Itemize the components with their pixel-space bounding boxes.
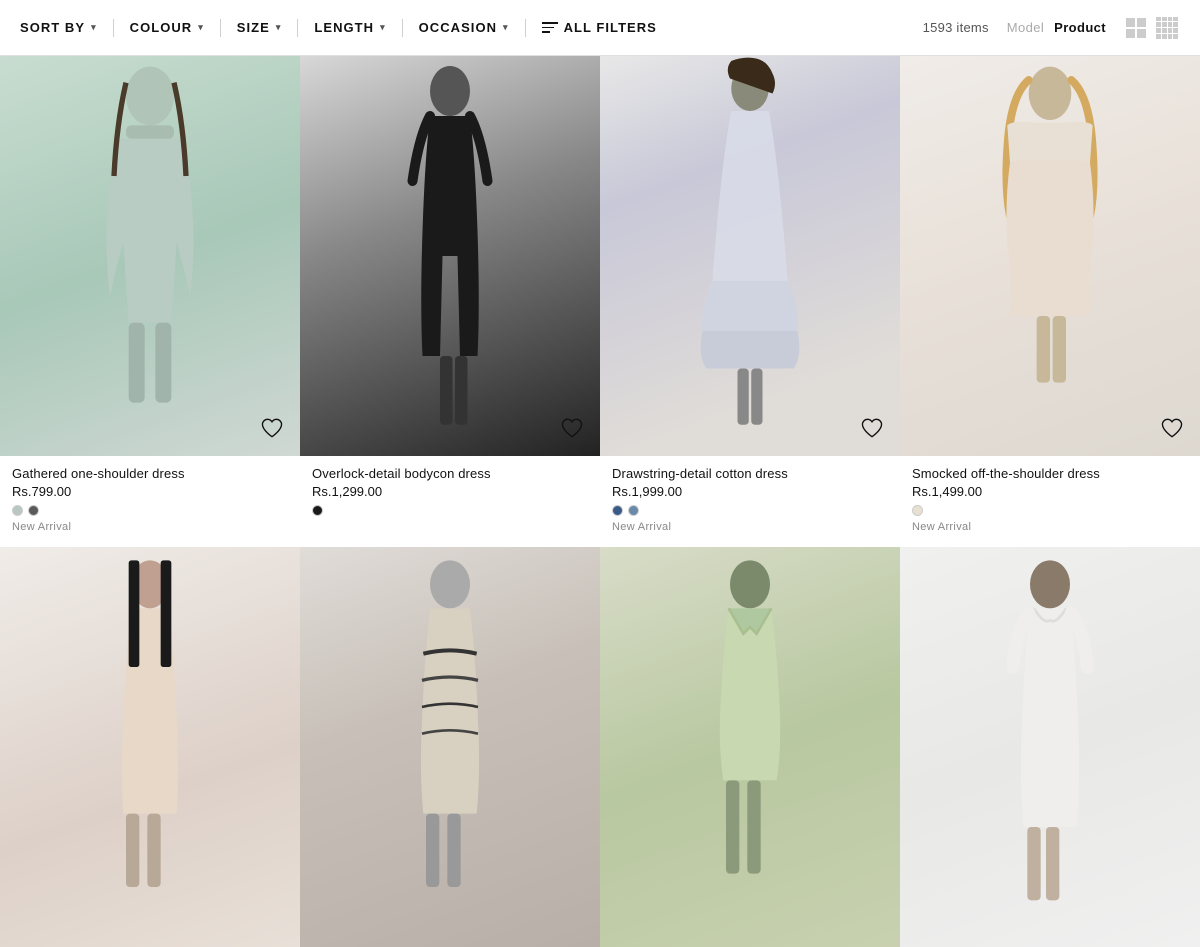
all-filters-label: ALL FILTERS (564, 20, 657, 35)
heart-icon (1161, 418, 1183, 438)
product-info-1: Gathered one-shoulder dress Rs.799.00 New … (0, 456, 300, 547)
length-label: LENGTH (314, 20, 374, 35)
image-placeholder (300, 547, 600, 947)
size-button[interactable]: SIZE ▾ (223, 20, 296, 35)
image-placeholder (600, 547, 900, 947)
all-filters-button[interactable]: ALL FILTERS (528, 20, 671, 35)
color-swatch-0[interactable] (12, 505, 23, 516)
image-placeholder (0, 56, 300, 456)
product-image-6 (300, 547, 600, 947)
view-model-label[interactable]: Model (1007, 20, 1044, 35)
product-image-3 (600, 56, 900, 456)
new-arrival-badge: New Arrival (12, 521, 288, 533)
product-info-2: Overlock-detail bodycon dress Rs.1,299.00 (300, 456, 600, 535)
product-name: Drawstring-detail cotton dress (612, 466, 888, 481)
wishlist-button-1[interactable] (258, 414, 286, 442)
sort-by-label: SORT BY (20, 20, 85, 35)
product-image-2 (300, 56, 600, 456)
filter-lines-icon (542, 22, 558, 33)
size-label: SIZE (237, 20, 270, 35)
new-arrival-badge: New Arrival (612, 521, 888, 533)
image-placeholder (900, 547, 1200, 947)
product-image-4 (900, 56, 1200, 456)
image-placeholder (300, 56, 600, 456)
color-swatch-1[interactable] (628, 505, 639, 516)
product-card-1[interactable]: Gathered one-shoulder dress Rs.799.00 New … (0, 56, 300, 547)
wishlist-button-3[interactable] (858, 414, 886, 442)
occasion-chevron-icon: ▾ (503, 22, 509, 33)
product-info-4: Smocked off-the-shoulder dress Rs.1,499.0… (900, 456, 1200, 547)
color-swatch-0[interactable] (312, 505, 323, 516)
size-chevron-icon: ▾ (276, 22, 282, 33)
product-name: Gathered one-shoulder dress (12, 466, 288, 481)
product-name: Smocked off-the-shoulder dress (912, 466, 1188, 481)
image-placeholder (0, 547, 300, 947)
product-card-8[interactable] (900, 547, 1200, 947)
product-card-5[interactable] (0, 547, 300, 947)
product-card-3[interactable]: Drawstring-detail cotton dress Rs.1,999.0… (600, 56, 900, 547)
product-price: Rs.1,299.00 (312, 484, 588, 499)
product-image-8 (900, 547, 1200, 947)
product-image-7 (600, 547, 900, 947)
grid-4col-button[interactable] (1154, 15, 1180, 41)
length-chevron-icon: ▾ (380, 22, 386, 33)
grid-2col-icon (1126, 18, 1146, 38)
product-image-1 (0, 56, 300, 456)
image-placeholder (600, 56, 900, 456)
occasion-button[interactable]: OCCASION ▾ (405, 20, 523, 35)
product-price: Rs.1,499.00 (912, 484, 1188, 499)
toolbar: SORT BY ▾ COLOUR ▾ SIZE ▾ LENGTH ▾ OCCAS… (0, 0, 1200, 56)
color-swatches (312, 505, 588, 516)
heart-icon (561, 418, 583, 438)
color-swatch-0[interactable] (612, 505, 623, 516)
divider-2 (220, 19, 221, 37)
sort-by-chevron-icon: ▾ (91, 22, 97, 33)
product-card-4[interactable]: Smocked off-the-shoulder dress Rs.1,499.0… (900, 56, 1200, 547)
length-button[interactable]: LENGTH ▾ (300, 20, 399, 35)
divider-4 (402, 19, 403, 37)
product-price: Rs.799.00 (12, 484, 288, 499)
color-swatches (612, 505, 888, 516)
wishlist-button-2[interactable] (558, 414, 586, 442)
color-swatch-1[interactable] (28, 505, 39, 516)
wishlist-button-4[interactable] (1158, 414, 1186, 442)
product-price: Rs.1,999.00 (612, 484, 888, 499)
product-image-5 (0, 547, 300, 947)
colour-label: COLOUR (130, 20, 193, 35)
divider-5 (525, 19, 526, 37)
grid-4col-icon (1156, 17, 1178, 39)
product-info-3: Drawstring-detail cotton dress Rs.1,999.0… (600, 456, 900, 547)
view-product-label[interactable]: Product (1054, 20, 1106, 35)
sort-by-button[interactable]: SORT BY ▾ (20, 20, 111, 35)
product-card-6[interactable] (300, 547, 600, 947)
occasion-label: OCCASION (419, 20, 497, 35)
color-swatches (912, 505, 1188, 516)
heart-icon (861, 418, 883, 438)
color-swatch-0[interactable] (912, 505, 923, 516)
product-grid: Gathered one-shoulder dress Rs.799.00 New … (0, 56, 1200, 947)
heart-icon (261, 418, 283, 438)
view-toggle: Model Product (1007, 15, 1180, 41)
item-count: 1593 items (923, 20, 989, 35)
divider-3 (297, 19, 298, 37)
divider-1 (113, 19, 114, 37)
product-name: Overlock-detail bodycon dress (312, 466, 588, 481)
image-placeholder (900, 56, 1200, 456)
product-card-7[interactable] (600, 547, 900, 947)
new-arrival-badge: New Arrival (912, 521, 1188, 533)
grid-2col-button[interactable] (1124, 16, 1148, 40)
color-swatches (12, 505, 288, 516)
colour-chevron-icon: ▾ (198, 22, 204, 33)
colour-button[interactable]: COLOUR ▾ (116, 20, 218, 35)
product-card-2[interactable]: Overlock-detail bodycon dress Rs.1,299.00 (300, 56, 600, 547)
